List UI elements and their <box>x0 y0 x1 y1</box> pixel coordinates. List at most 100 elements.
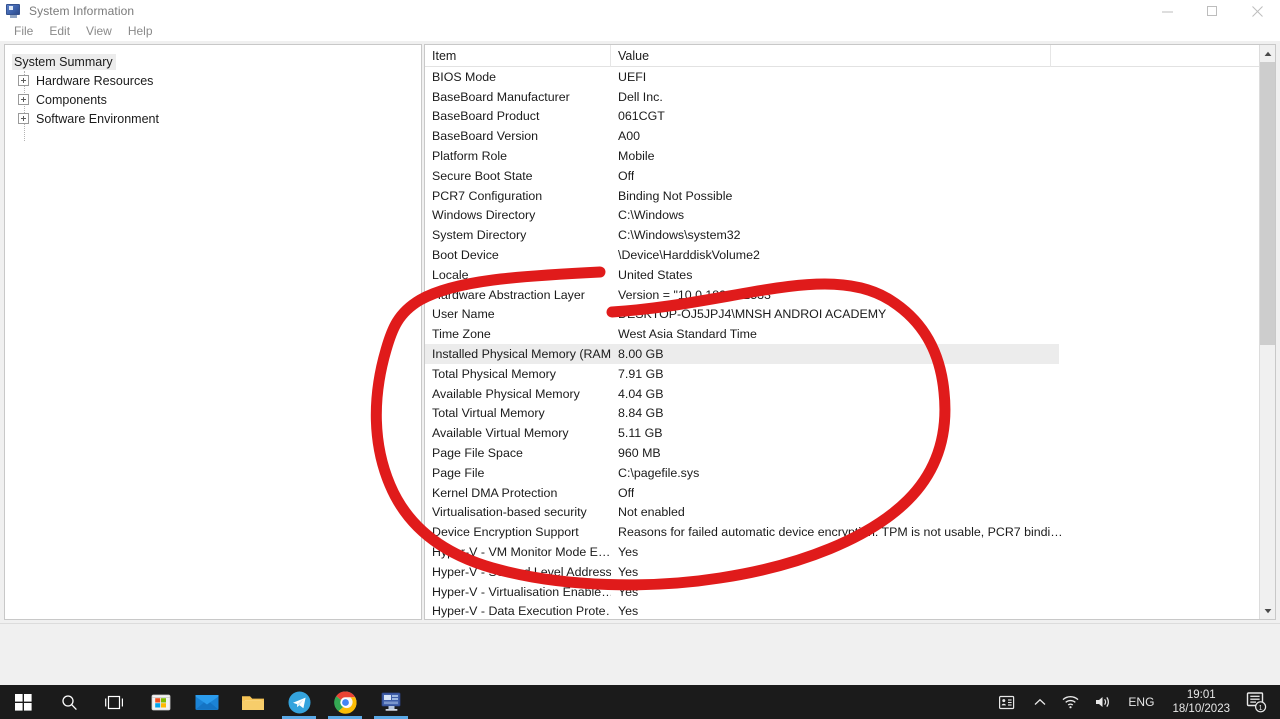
list-rows: BIOS Mode UEFI BaseBoard Manufacturer Dell … <box>425 67 1275 619</box>
table-row[interactable]: Platform Role Mobile <box>425 146 1275 166</box>
list-header: Item Value <box>425 45 1275 67</box>
row-item-cell: Hyper-V - VM Monitor Mode E… <box>432 545 611 560</box>
scroll-up-icon[interactable] <box>1260 45 1275 62</box>
row-item-cell: Secure Boot State <box>432 168 533 183</box>
table-row[interactable]: Time Zone West Asia Standard Time <box>425 324 1275 344</box>
tree-item-hardware-resources[interactable]: Hardware Resources <box>5 71 421 90</box>
minimize-icon[interactable] <box>1145 0 1190 22</box>
table-row[interactable]: BaseBoard Version A00 <box>425 126 1275 146</box>
chevron-up-icon[interactable] <box>1026 685 1054 719</box>
table-row[interactable]: Page File Space 960 MB <box>425 443 1275 463</box>
table-row[interactable]: Device Encryption Support Reasons for fai… <box>425 522 1275 542</box>
row-item-cell: Hyper-V - Second Level Addressi… <box>432 564 611 579</box>
expand-plus-icon[interactable] <box>18 94 29 105</box>
language-indicator[interactable]: ENG <box>1120 695 1162 709</box>
scroll-down-icon[interactable] <box>1260 602 1275 619</box>
scrollbar-thumb[interactable] <box>1260 62 1275 345</box>
row-value-cell: 4.04 GB <box>618 386 664 401</box>
row-item-cell: Installed Physical Memory (RAM) <box>432 347 611 362</box>
list-vertical-scrollbar[interactable] <box>1259 45 1275 619</box>
table-row[interactable]: Kernel DMA Protection Off <box>425 483 1275 503</box>
table-row[interactable]: Available Physical Memory 4.04 GB <box>425 384 1275 404</box>
menu-edit[interactable]: Edit <box>42 23 79 40</box>
row-item-cell: BaseBoard Product <box>432 109 540 124</box>
row-value-cell: C:\pagefile.sys <box>618 465 700 480</box>
table-row[interactable]: Installed Physical Memory (RAM) 8.00 GB <box>425 344 1059 364</box>
column-header-item[interactable]: Item <box>425 45 611 67</box>
table-row[interactable]: Hyper-V - Virtualisation Enable… Yes <box>425 582 1275 602</box>
tree-item-system-summary[interactable]: System Summary <box>5 52 421 71</box>
mail-icon[interactable] <box>184 685 230 719</box>
menu-view[interactable]: View <box>79 23 121 40</box>
row-value-cell: A00 <box>618 129 641 144</box>
telegram-icon[interactable] <box>276 685 322 719</box>
table-row[interactable]: Boot Device \Device\HarddiskVolume2 <box>425 245 1275 265</box>
table-row[interactable]: Hyper-V - Second Level Addressi… Yes <box>425 562 1275 582</box>
details-list: Item Value BIOS Mode UEFI BaseBoard Manufa… <box>424 44 1276 620</box>
table-row[interactable]: User Name DESKTOP-OJ5JPJ4\MNSH ANDROI ACA… <box>425 305 1275 325</box>
table-row[interactable]: Locale United States <box>425 265 1275 285</box>
title-bar: System Information <box>0 0 1280 22</box>
menu-file[interactable]: File <box>7 23 42 40</box>
tree-item-label: System Summary <box>12 53 116 70</box>
row-value-cell: C:\Windows <box>618 208 685 223</box>
microsoft-store-icon[interactable] <box>138 685 184 719</box>
table-row[interactable]: Available Virtual Memory 5.11 GB <box>425 423 1275 443</box>
meet-now-icon[interactable] <box>991 685 1026 719</box>
tree-item-software-environment[interactable]: Software Environment <box>5 109 421 128</box>
row-value-cell: Reasons for failed automatic device encr… <box>618 525 1063 540</box>
column-header-filler <box>1051 45 1275 67</box>
row-value-cell: West Asia Standard Time <box>618 327 757 342</box>
table-row[interactable]: Page File C:\pagefile.sys <box>425 463 1275 483</box>
maximize-icon[interactable] <box>1190 0 1235 22</box>
start-button[interactable] <box>0 685 46 719</box>
row-value-cell: Off <box>618 168 635 183</box>
row-item-cell: Boot Device <box>432 248 499 263</box>
table-row[interactable]: BaseBoard Manufacturer Dell Inc. <box>425 87 1275 107</box>
expand-plus-icon[interactable] <box>18 113 29 124</box>
system-information-icon <box>6 3 22 19</box>
clock[interactable]: 19:01 18/10/2023 <box>1162 688 1240 716</box>
system-tray: ENG 19:01 18/10/2023 1 <box>991 685 1280 719</box>
table-row[interactable]: Total Physical Memory 7.91 GB <box>425 364 1275 384</box>
chrome-icon[interactable] <box>322 685 368 719</box>
table-row[interactable]: Virtualisation-based security Not enabled <box>425 503 1275 523</box>
notification-count: 1 <box>1259 705 1263 712</box>
table-row[interactable]: Total Virtual Memory 8.84 GB <box>425 404 1275 424</box>
table-row[interactable]: System Directory C:\Windows\system32 <box>425 225 1275 245</box>
task-view-button[interactable] <box>92 685 138 719</box>
row-value-cell: Yes <box>618 604 639 619</box>
table-row[interactable]: Secure Boot State Off <box>425 166 1275 186</box>
table-row[interactable]: Hyper-V - VM Monitor Mode E… Yes <box>425 542 1275 562</box>
tree-item-label: Hardware Resources <box>36 73 154 88</box>
table-row[interactable]: BaseBoard Product 061CGT <box>425 107 1275 127</box>
row-item-cell: Page File <box>432 465 485 480</box>
row-item-cell: Device Encryption Support <box>432 525 579 540</box>
tree-item-label: Software Environment <box>36 111 159 126</box>
system-information-icon[interactable] <box>368 685 414 719</box>
row-value-cell: 5.11 GB <box>618 426 663 441</box>
notification-icon[interactable]: 1 <box>1240 691 1280 713</box>
folder-icon[interactable] <box>230 685 276 719</box>
table-row[interactable]: Hyper-V - Data Execution Prote… Yes <box>425 602 1275 619</box>
table-row[interactable]: Hardware Abstraction Layer Version = "10.… <box>425 285 1275 305</box>
search-button[interactable] <box>46 685 92 719</box>
row-value-cell: C:\Windows\system32 <box>618 228 741 243</box>
tree-item-components[interactable]: Components <box>5 90 421 109</box>
column-header-value[interactable]: Value <box>611 45 1051 67</box>
window-controls <box>1145 0 1280 22</box>
row-item-cell: Available Physical Memory <box>432 386 580 401</box>
table-row[interactable]: PCR7 Configuration Binding Not Possible <box>425 186 1275 206</box>
expand-plus-icon[interactable] <box>18 75 29 86</box>
row-value-cell: United States <box>618 267 693 282</box>
row-value-cell: DESKTOP-OJ5JPJ4\MNSH ANDROI ACADEMY <box>618 307 887 322</box>
table-row[interactable]: Windows Directory C:\Windows <box>425 206 1275 226</box>
wifi-icon[interactable] <box>1054 685 1087 719</box>
close-icon[interactable] <box>1235 0 1280 22</box>
menu-help[interactable]: Help <box>121 23 162 40</box>
row-value-cell: Not enabled <box>618 505 685 520</box>
row-value-cell: UEFI <box>618 69 647 84</box>
speaker-icon[interactable] <box>1087 685 1120 719</box>
row-value-cell: 061CGT <box>618 109 665 124</box>
table-row[interactable]: BIOS Mode UEFI <box>425 67 1275 87</box>
